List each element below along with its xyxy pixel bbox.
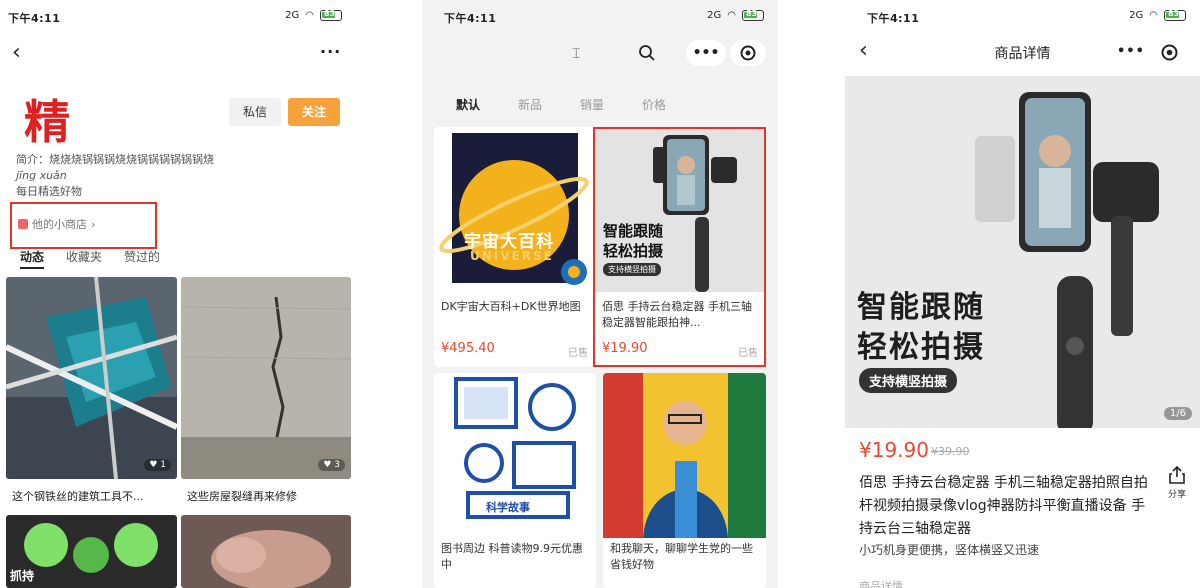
wifi-icon: ◠ bbox=[1149, 10, 1158, 21]
post-image bbox=[6, 277, 177, 479]
more-icon[interactable]: ••• bbox=[1117, 44, 1145, 59]
panel-shop: 下午4:11 2G ◠ 83 ⌶ ••• 默认 新品 销量 价格 宇宙大百科 U… bbox=[422, 0, 778, 588]
original-price: ¥39.90 bbox=[931, 445, 970, 458]
tab-posts[interactable]: 动态 bbox=[20, 248, 45, 269]
tab-favorites[interactable]: 收藏夹 bbox=[66, 248, 102, 269]
cover-badge: 支持横竖拍摄 bbox=[603, 263, 661, 276]
post-tile[interactable] bbox=[181, 515, 351, 588]
search-icon[interactable] bbox=[638, 44, 656, 62]
product-price: ¥19.90 bbox=[602, 341, 648, 356]
post-caption: 这些房屋裂缝再来修修 bbox=[187, 490, 297, 503]
share-icon bbox=[1169, 465, 1185, 484]
wifi-icon: ◠ bbox=[305, 10, 314, 21]
tab-default[interactable]: 默认 bbox=[456, 96, 480, 113]
tab-new[interactable]: 新品 bbox=[518, 96, 542, 113]
status-icons: 2G ◠ 83 bbox=[285, 9, 342, 21]
close-miniprogram-button[interactable] bbox=[730, 40, 766, 66]
post-image bbox=[181, 515, 351, 588]
like-count: ♥ 1 bbox=[144, 459, 171, 471]
post-tile[interactable]: ♥ 3 bbox=[181, 277, 351, 479]
intro-text: 烧烧烧锅锅锅烧烧锅锅锅锅锅锅烧 bbox=[49, 153, 214, 166]
cover-subtitle: UNIVERSE bbox=[470, 249, 554, 263]
product-card[interactable]: 科学故事 图书周边 科普读物9.9元优惠中 bbox=[434, 373, 596, 588]
status-icons: 2G ◠ 83 bbox=[1129, 9, 1186, 21]
back-icon[interactable]: ‹ bbox=[12, 42, 21, 64]
sort-tabs: 默认 新品 销量 价格 bbox=[456, 96, 666, 113]
shop-link-highlight[interactable]: 他的小商店 › bbox=[10, 202, 157, 249]
image-counter: 1/6 bbox=[1163, 407, 1192, 420]
post-image bbox=[181, 277, 351, 479]
more-menu-button[interactable]: ••• bbox=[686, 40, 726, 66]
more-icon[interactable]: ··· bbox=[320, 42, 341, 61]
product-title: 和我聊天，聊聊学生党的一些省钱好物 bbox=[610, 542, 753, 571]
post-overlay-text: 抓持 bbox=[10, 569, 35, 583]
status-bar: 下午4:11 2G ◠ 83 bbox=[422, 8, 778, 28]
profile-tabs: 动态 收藏夹 赞过的 bbox=[20, 248, 160, 269]
shop-icon bbox=[18, 219, 28, 229]
hero-headline-2: 轻松拍摄 bbox=[857, 330, 985, 365]
panel-profile: 下午4:11 2G ◠ 83 ‹ ··· 精 私信 关注 简介：烧烧烧锅锅锅烧烧… bbox=[0, 0, 356, 588]
post-tile[interactable]: 抓持 bbox=[6, 515, 177, 588]
product-image bbox=[434, 127, 596, 292]
status-bar: 下午4:11 2G ◠ 83 bbox=[0, 8, 356, 28]
hero-badge: 支持横竖拍摄 bbox=[859, 368, 958, 393]
detail-section-label: 商品详情 bbox=[859, 580, 903, 588]
cover-label: 科学故事 bbox=[486, 501, 530, 514]
panel-product-detail: 下午4:11 2G ◠ 83 ‹ 商品详情 ••• 智能跟随 轻松拍摄 支持横竖… bbox=[845, 0, 1200, 588]
shop-logo: 精 bbox=[24, 95, 70, 149]
battery-icon: 83 bbox=[320, 9, 342, 21]
status-time: 下午4:11 bbox=[867, 12, 920, 25]
message-button[interactable]: 私信 bbox=[229, 98, 281, 126]
product-title: DK宇宙大百科+DK世界地图 bbox=[441, 300, 581, 313]
product-price: ¥495.40 bbox=[441, 341, 495, 356]
tab-sales[interactable]: 销量 bbox=[580, 96, 604, 113]
status-time: 下午4:11 bbox=[8, 12, 61, 25]
target-icon[interactable] bbox=[1161, 44, 1178, 61]
signal-icon: 2G bbox=[1129, 10, 1144, 21]
product-image bbox=[603, 373, 766, 538]
product-hero-image: 智能跟随 轻松拍摄 支持横竖拍摄 1/6 bbox=[845, 76, 1200, 428]
intro-pinyin: jīng xuǎn bbox=[16, 169, 67, 182]
product-description: 佰思 手持云台稳定器 手机三轴稳定器拍照自拍杆视频拍摄录像vlog神器防抖平衡直… bbox=[859, 475, 1148, 537]
intro-line3: 每日精选好物 bbox=[16, 185, 82, 198]
target-icon bbox=[740, 45, 756, 61]
profile-intro: 简介：烧烧烧锅锅锅烧烧锅锅锅锅锅锅烧 jīng xuǎn 每日精选好物 bbox=[16, 152, 346, 200]
follow-button[interactable]: 关注 bbox=[288, 98, 340, 126]
product-subtitle: 小巧机身更便携，竖体横竖又迅速 bbox=[859, 543, 1040, 557]
battery-icon: 83 bbox=[1164, 9, 1186, 21]
product-title: 佰思 手持云台稳定器 手机三轴稳定器智能跟拍神... bbox=[602, 300, 752, 329]
battery-icon: 83 bbox=[742, 9, 764, 21]
status-time: 下午4:11 bbox=[444, 12, 497, 25]
product-card[interactable]: 宇宙大百科 UNIVERSE DK宇宙大百科+DK世界地图 ¥495.40 已售 bbox=[434, 127, 596, 367]
shop-link-label: 他的小商店 bbox=[32, 218, 87, 231]
status-icons: 2G ◠ 83 bbox=[707, 9, 764, 21]
post-tile[interactable]: ♥ 1 bbox=[6, 277, 177, 479]
product-price: ¥19.90 bbox=[859, 438, 929, 462]
post-caption: 这个钢铁丝的建筑工具不... bbox=[12, 490, 144, 503]
signal-icon: 2G bbox=[285, 10, 300, 21]
cover-headline: 智能跟随 轻松拍摄 bbox=[603, 222, 664, 260]
share-button[interactable]: 分享 bbox=[1167, 465, 1186, 500]
cursor-icon: ⌶ bbox=[572, 46, 581, 62]
product-sold: 已售 bbox=[568, 348, 588, 359]
share-label: 分享 bbox=[1167, 490, 1186, 500]
product-sold: 已售 bbox=[738, 348, 758, 359]
signal-icon: 2G bbox=[707, 10, 722, 21]
tab-price[interactable]: 价格 bbox=[642, 96, 666, 113]
like-count: ♥ 3 bbox=[318, 459, 345, 471]
chevron-right-icon: › bbox=[91, 217, 96, 231]
product-card[interactable]: 和我聊天，聊聊学生党的一些省钱好物 bbox=[603, 373, 766, 588]
page-title: 商品详情 bbox=[994, 46, 1051, 62]
status-bar: 下午4:11 2G ◠ 83 bbox=[845, 8, 1200, 28]
tab-liked[interactable]: 赞过的 bbox=[124, 248, 160, 269]
wifi-icon: ◠ bbox=[727, 10, 736, 21]
product-card[interactable]: 智能跟随 轻松拍摄 支持横竖拍摄 佰思 手持云台稳定器 手机三轴稳定器智能跟拍神… bbox=[595, 127, 766, 367]
product-title: 图书周边 科普读物9.9元优惠中 bbox=[441, 542, 583, 571]
hero-headline-1: 智能跟随 bbox=[857, 290, 985, 325]
intro-label: 简介： bbox=[16, 153, 49, 166]
